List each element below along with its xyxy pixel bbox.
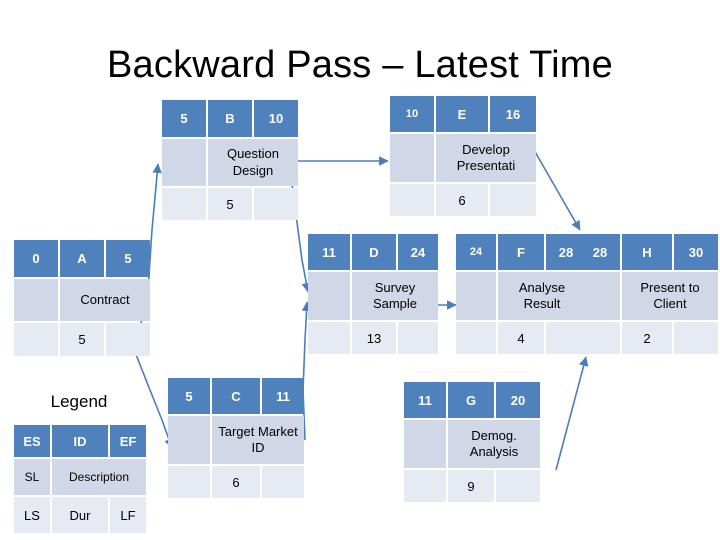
legend-ef: EF <box>110 425 146 457</box>
node-g-description: Demog. Analysis <box>448 420 540 468</box>
node-d-description: Survey Sample <box>352 272 438 320</box>
node-g-id: G <box>448 382 494 418</box>
legend-dur: Dur <box>52 497 108 533</box>
activity-node-b[interactable]: 5 B 10 Question Design 5 <box>162 100 298 220</box>
node-f-ls <box>456 322 496 354</box>
node-c-lf <box>262 466 304 498</box>
node-b-description: Question Design <box>208 139 298 186</box>
node-h-id: H <box>622 234 672 270</box>
node-a-lf <box>106 323 150 356</box>
node-e-es: 10 <box>390 96 434 132</box>
legend-ls: LS <box>14 497 50 533</box>
node-h-sl <box>580 272 620 320</box>
legend-description: Description <box>52 459 146 495</box>
node-d-dur: 13 <box>352 322 396 354</box>
activity-node-h[interactable]: 28 H 30 Present to Client 2 <box>580 234 718 354</box>
activity-node-d[interactable]: 11 D 24 Survey Sample 13 <box>308 234 438 354</box>
legend-title: Legend <box>50 392 108 411</box>
node-f-dur: 4 <box>498 322 544 354</box>
node-h-es: 28 <box>580 234 620 270</box>
node-e-ls <box>390 184 434 216</box>
node-g-lf <box>496 470 540 502</box>
node-e-ef: 16 <box>490 96 536 132</box>
node-c-dur: 6 <box>212 466 260 498</box>
node-b-id: B <box>208 100 252 137</box>
node-a-es: 0 <box>14 240 58 277</box>
node-a-ef: 5 <box>106 240 150 277</box>
node-a-description: Contract <box>60 279 150 321</box>
node-d-sl <box>308 272 350 320</box>
node-e-lf <box>490 184 536 216</box>
page-title: Backward Pass – Latest Time <box>107 44 613 86</box>
node-e-sl <box>390 134 434 182</box>
node-b-es: 5 <box>162 100 206 137</box>
node-a-dur: 5 <box>60 323 104 356</box>
node-a-ls <box>14 323 58 356</box>
node-c-id: C <box>212 378 260 414</box>
activity-node-a[interactable]: 0 A 5 Contract 5 <box>14 240 150 356</box>
legend-lf: LF <box>110 497 146 533</box>
node-g-dur: 9 <box>448 470 494 502</box>
legend-sl: SL <box>14 459 50 495</box>
node-h-dur: 2 <box>622 322 672 354</box>
legend-es: ES <box>14 425 50 457</box>
node-e-id: E <box>436 96 488 132</box>
legend-box: ES ID EF SL Description LS Dur LF <box>14 425 146 533</box>
node-c-ef: 11 <box>262 378 304 414</box>
connector-e-to-h <box>533 149 581 231</box>
activity-node-g[interactable]: 11 G 20 Demog. Analysis 9 <box>404 382 540 502</box>
node-g-es: 11 <box>404 382 446 418</box>
node-c-ls <box>168 466 210 498</box>
node-c-es: 5 <box>168 378 210 414</box>
node-f-id: F <box>498 234 544 270</box>
node-g-sl <box>404 420 446 468</box>
node-g-ls <box>404 470 446 502</box>
node-f-sl <box>456 272 496 320</box>
node-a-id: A <box>60 240 104 277</box>
node-h-ls <box>580 322 620 354</box>
node-b-sl <box>162 139 206 186</box>
activity-node-c[interactable]: 5 C 11 Target Market ID 6 <box>168 378 304 498</box>
node-b-dur: 5 <box>208 188 252 220</box>
activity-node-e[interactable]: 10 E 16 Develop Presentati 6 <box>390 96 536 216</box>
node-d-ls <box>308 322 350 354</box>
node-h-lf <box>674 322 718 354</box>
node-h-description: Present to Client <box>622 272 718 320</box>
node-h-ef: 30 <box>674 234 718 270</box>
node-d-lf <box>398 322 438 354</box>
node-b-ef: 10 <box>254 100 298 137</box>
node-e-dur: 6 <box>436 184 488 216</box>
activity-node-f[interactable]: 24 F 28 Analyse Result 4 <box>456 234 586 354</box>
node-d-id: D <box>352 234 396 270</box>
legend-id: ID <box>52 425 108 457</box>
node-e-description: Develop Presentati <box>436 134 536 182</box>
node-b-lf <box>254 188 298 220</box>
node-c-sl <box>168 416 210 464</box>
node-d-es: 11 <box>308 234 350 270</box>
node-c-description: Target Market ID <box>212 416 304 464</box>
node-b-ls <box>162 188 206 220</box>
node-f-description: Analyse Result <box>498 272 586 320</box>
node-f-es: 24 <box>456 234 496 270</box>
slide-canvas: Backward Pass – Latest Time 5 B 10 Quest… <box>0 0 720 540</box>
node-d-ef: 24 <box>398 234 438 270</box>
node-a-sl <box>14 279 58 321</box>
node-g-ef: 20 <box>496 382 540 418</box>
connector-g-to-h <box>555 356 589 471</box>
